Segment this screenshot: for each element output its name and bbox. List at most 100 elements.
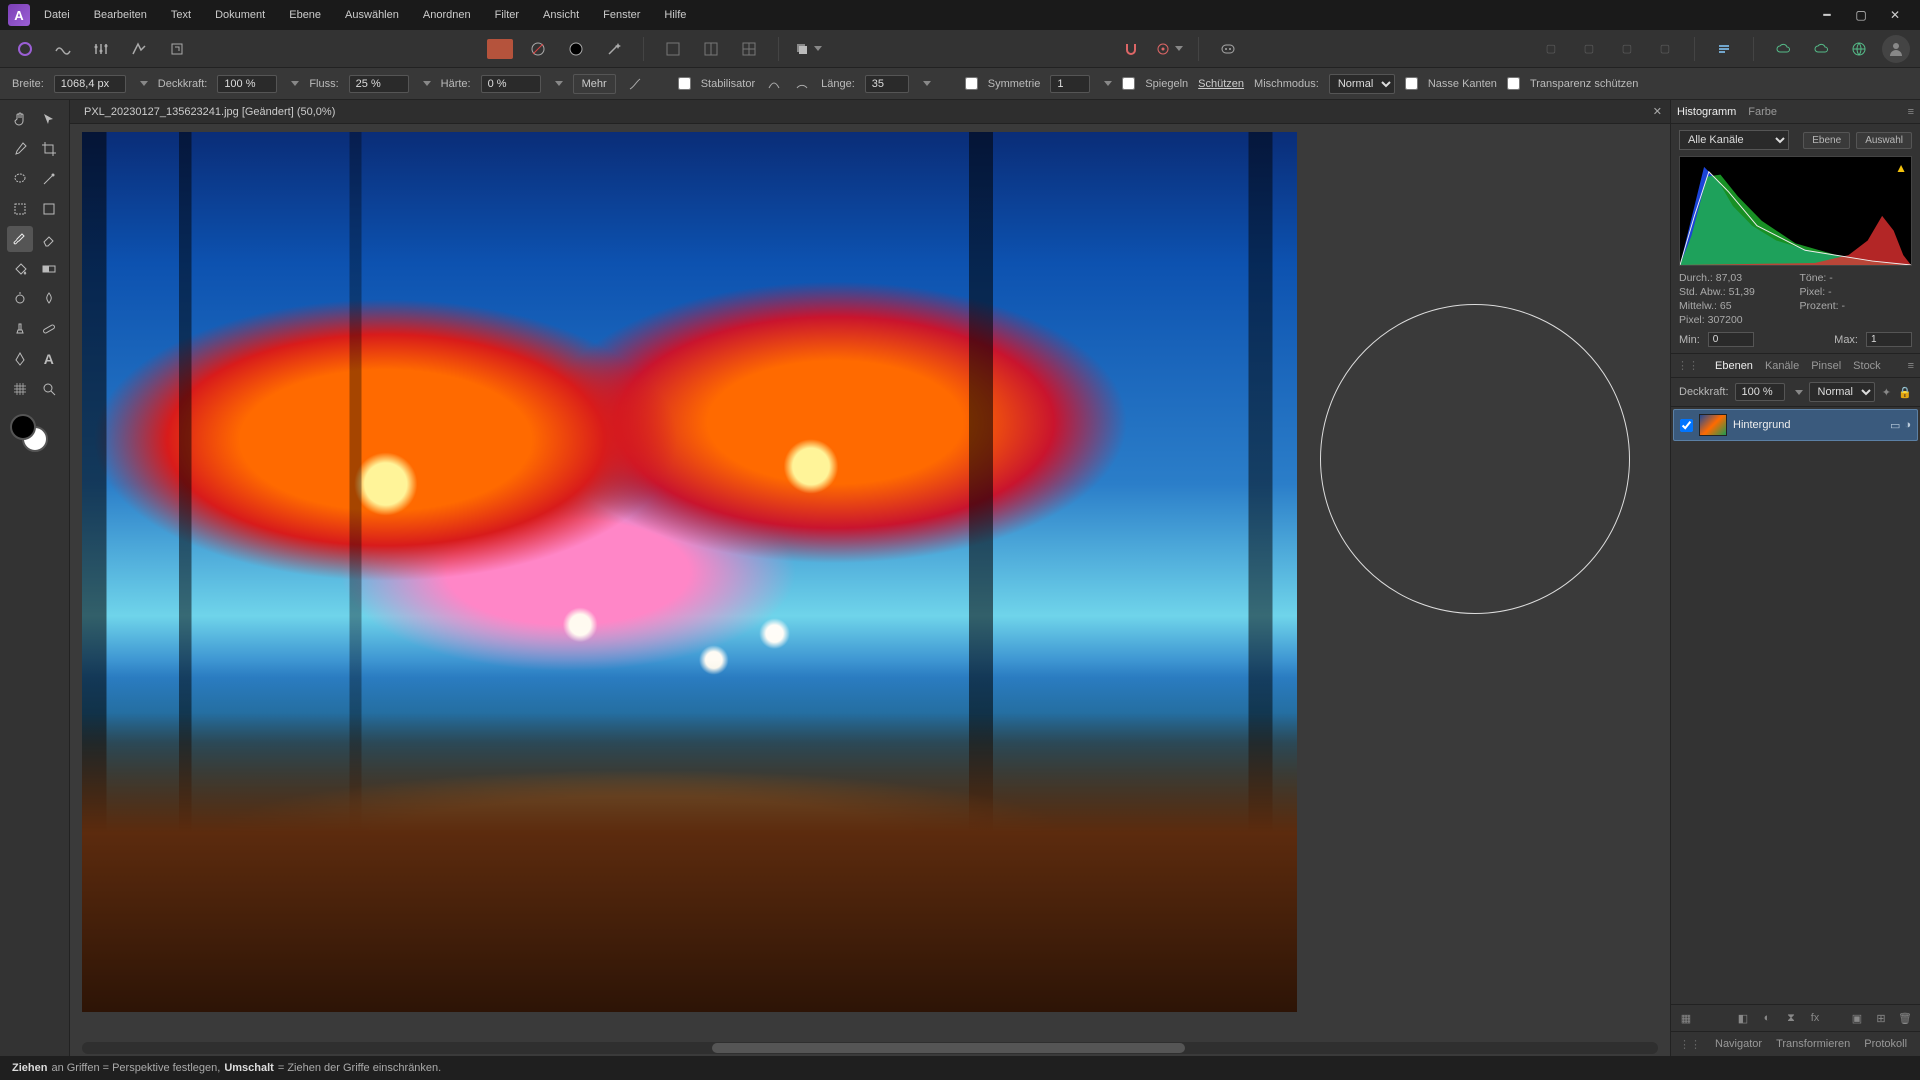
hardness-input[interactable] [481,75,541,93]
smudge-tool[interactable] [36,286,62,312]
window-minimize-button[interactable]: ━ [1810,2,1844,28]
mirror-checkbox[interactable] [1122,77,1135,90]
zoom-tool[interactable] [36,376,62,402]
layer-lock-icon[interactable]: ▭ [1890,419,1900,432]
layer-name[interactable]: Hintergrund [1733,419,1884,431]
color-picker-tool[interactable] [7,136,33,162]
symmetry-checkbox[interactable] [965,77,978,90]
blend-mode-select[interactable]: Normal [1329,74,1395,94]
chevron-down-icon[interactable] [1104,81,1112,86]
chevron-down-icon[interactable] [291,81,299,86]
flow-input[interactable] [349,75,409,93]
add-live-filter-button[interactable]: ⧗ [1782,1009,1800,1027]
menu-auswaehlen[interactable]: Auswählen [335,5,409,25]
wet-edges-checkbox[interactable] [1405,77,1418,90]
pressure-toggle[interactable] [626,75,644,93]
width-input[interactable] [54,75,126,93]
menu-ansicht[interactable]: Ansicht [533,5,589,25]
persona-photo-button[interactable] [10,34,40,64]
menu-filter[interactable]: Filter [485,5,529,25]
add-adjustment-button[interactable]: ◐ [1758,1009,1776,1027]
persona-tone-button[interactable] [124,34,154,64]
scrollbar-thumb[interactable] [712,1043,1185,1053]
layer-visibility-checkbox[interactable] [1680,419,1693,432]
snap-options-button[interactable] [1154,34,1184,64]
canvas-viewport[interactable] [70,124,1670,1056]
menu-ebene[interactable]: Ebene [279,5,331,25]
chevron-down-icon[interactable] [140,81,148,86]
color-wheel-button[interactable] [561,34,591,64]
move-tool[interactable] [36,106,62,132]
add-layer-button[interactable]: ⊞ [1872,1009,1890,1027]
layer-link-icon[interactable]: ◑ [1904,419,1911,432]
autocolor-button[interactable] [599,34,629,64]
snapping-button[interactable] [1116,34,1146,64]
pen-tool[interactable] [7,346,33,372]
panel-menu-button[interactable]: ≡ [1908,106,1914,118]
text-tool[interactable]: A [36,346,62,372]
window-mode-button[interactable] [793,75,811,93]
panel-drag-handle[interactable]: ⋮⋮ [1679,1038,1701,1051]
layer-fx-button[interactable]: ✦ [1881,383,1893,401]
rope-mode-button[interactable] [765,75,783,93]
layer-opacity-input[interactable] [1735,383,1785,401]
align-right-button[interactable] [734,34,764,64]
cloud-sync-button[interactable] [1768,34,1798,64]
panel-drag-handle[interactable]: ⋮⋮ [1677,359,1699,372]
marquee-tool[interactable] [7,196,33,222]
mesh-tool[interactable] [7,376,33,402]
delete-layer-button[interactable]: 🗑 [1896,1009,1914,1027]
more-button[interactable]: Mehr [573,74,616,94]
histogram-channel-select[interactable]: Alle Kanäle [1679,130,1789,150]
tab-channels[interactable]: Kanäle [1765,360,1799,372]
menu-bearbeiten[interactable]: Bearbeiten [84,5,157,25]
document-tab[interactable]: PXL_20230127_135623241.jpg [Geändert] (5… [76,100,343,123]
cloud-status-button[interactable] [1844,34,1874,64]
gradient-tool[interactable] [36,256,62,282]
shape-tool[interactable] [36,196,62,222]
color-wells[interactable] [0,414,69,460]
account-avatar[interactable] [1882,35,1910,63]
persona-export-button[interactable] [162,34,192,64]
window-close-button[interactable]: ✕ [1878,2,1912,28]
menu-datei[interactable]: Datei [34,5,80,25]
tab-navigator[interactable]: Navigator [1715,1038,1762,1050]
opacity-input[interactable] [217,75,277,93]
color-swatch-button[interactable] [485,34,515,64]
histogram-selection-button[interactable]: Auswahl [1856,132,1912,149]
align-left-button[interactable] [658,34,688,64]
color-none-button[interactable] [523,34,553,64]
flood-select-tool[interactable] [36,166,62,192]
menu-dokument[interactable]: Dokument [205,5,275,25]
clone-tool[interactable] [7,316,33,342]
cloud-settings-button[interactable] [1806,34,1836,64]
layer-blend-select[interactable]: Normal [1809,382,1875,402]
hand-tool[interactable] [7,106,33,132]
layer-row[interactable]: Hintergrund ▭ ◑ [1673,409,1918,441]
tab-layers[interactable]: Ebenen [1715,360,1753,372]
stabilizer-checkbox[interactable] [678,77,691,90]
tab-transform[interactable]: Transformieren [1776,1038,1850,1050]
window-maximize-button[interactable]: ▢ [1844,2,1878,28]
persona-develop-button[interactable] [86,34,116,64]
layer-lock-button[interactable]: 🔒 [1898,383,1912,401]
menu-text[interactable]: Text [161,5,201,25]
layer-thumb-size-button[interactable]: ▦ [1677,1009,1695,1027]
arrange-dropdown[interactable] [793,34,823,64]
add-mask-button[interactable]: ◧ [1734,1009,1752,1027]
layer-thumbnail[interactable] [1699,414,1727,436]
histogram-layer-button[interactable]: Ebene [1803,132,1850,149]
tab-brushes[interactable]: Pinsel [1811,360,1841,372]
quickmask-button[interactable] [1213,34,1243,64]
panel-menu-button[interactable]: ≡ [1908,360,1914,372]
erase-tool[interactable] [36,226,62,252]
menu-anordnen[interactable]: Anordnen [413,5,481,25]
selection-brush-tool[interactable] [7,166,33,192]
length-input[interactable] [865,75,909,93]
chevron-down-icon[interactable] [423,81,431,86]
protect-alpha-checkbox[interactable] [1507,77,1520,90]
canvas-image[interactable] [82,132,1297,1012]
chevron-down-icon[interactable] [1795,390,1803,395]
crop-tool[interactable] [36,136,62,162]
healing-tool[interactable] [36,316,62,342]
